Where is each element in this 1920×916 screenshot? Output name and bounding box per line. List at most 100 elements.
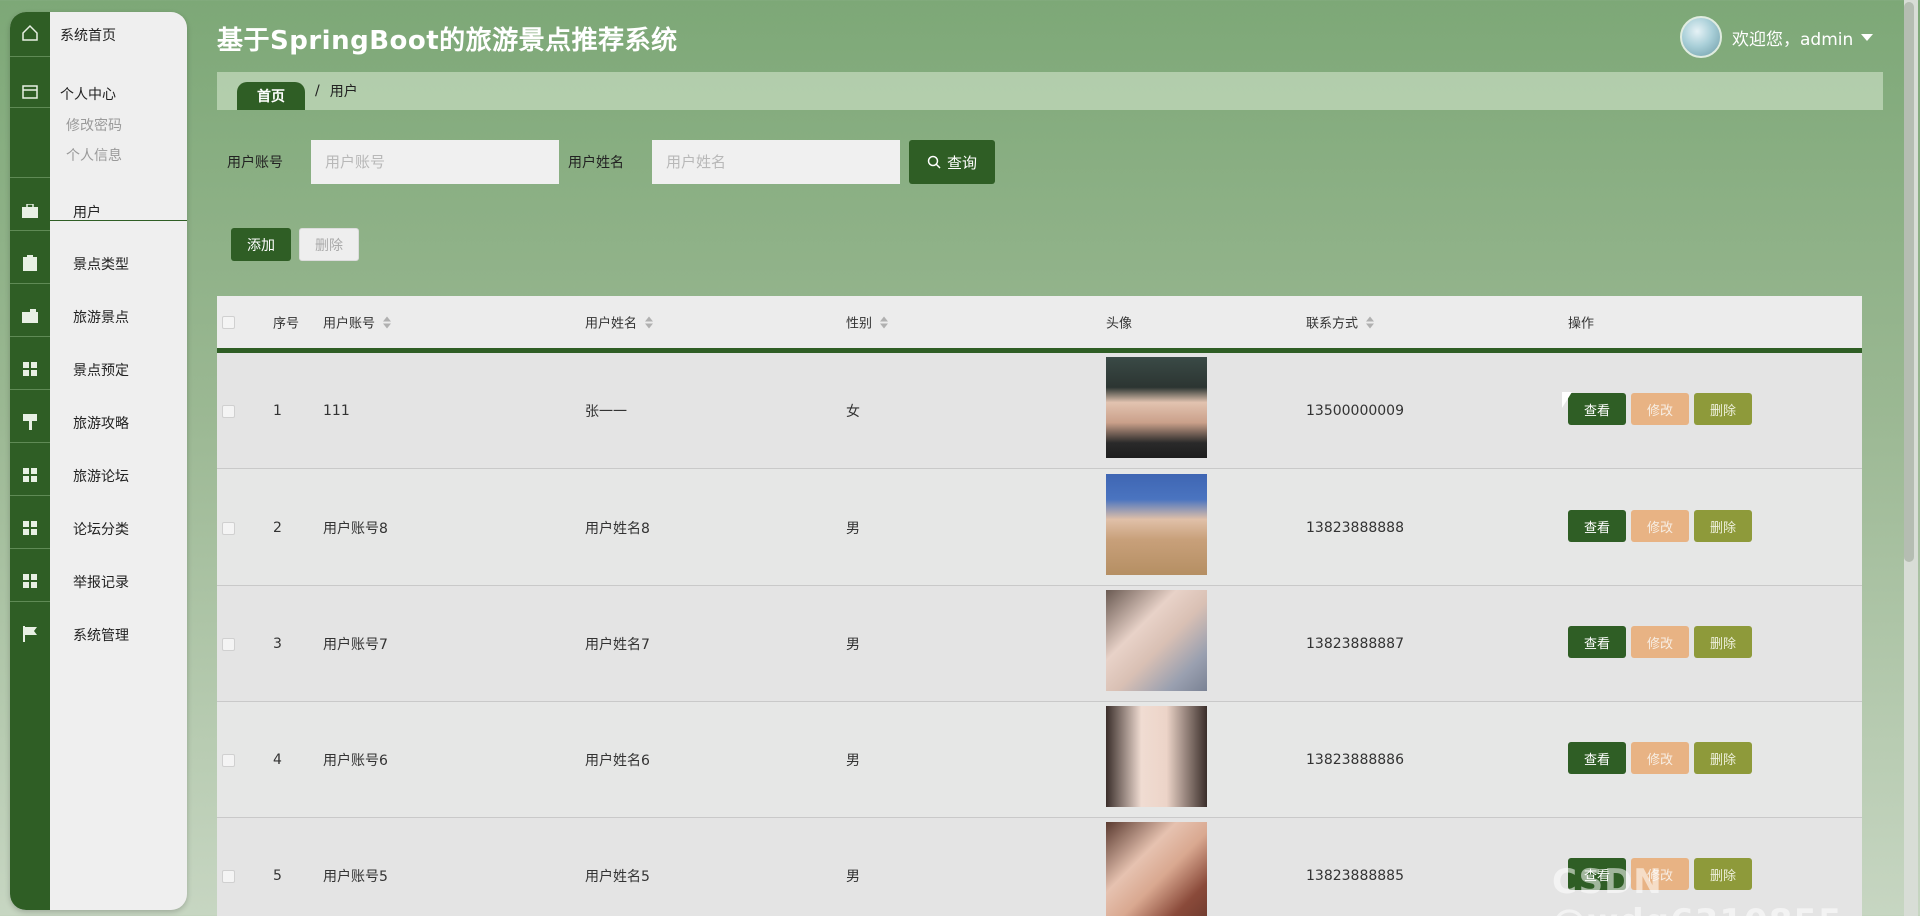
sidebar-item-spot-booking[interactable]: 景点预定: [10, 348, 187, 390]
table-row: 1 111 张一一 女 13500000009 查看 修改 删除: [217, 353, 1862, 469]
sidebar-item-forum-categories[interactable]: 论坛分类: [10, 507, 187, 549]
sidebar-subitem-change-password[interactable]: 修改密码: [66, 115, 122, 135]
grid-icon: [10, 348, 50, 390]
clipboard-icon: [10, 242, 50, 284]
row-checkbox[interactable]: [222, 638, 235, 651]
table-row: 3 用户账号7 用户姓名7 男 13823888887 查看 修改 删除: [217, 586, 1862, 702]
rail-divider: [10, 107, 50, 108]
column-header-account[interactable]: 用户账号: [323, 313, 392, 332]
sidebar-item-travel-forum[interactable]: 旅游论坛: [10, 454, 187, 496]
cell-account: 用户账号6: [323, 752, 388, 769]
rail-divider: [10, 601, 50, 602]
avatar: [1106, 474, 1207, 575]
sidebar-item-label: 旅游攻略: [73, 416, 129, 432]
sidebar-item-users[interactable]: 用户: [10, 190, 187, 232]
query-button[interactable]: 查询: [909, 140, 995, 184]
row-checkbox[interactable]: [222, 405, 235, 418]
app-title: 基于SpringBoot的旅游景点推荐系统: [217, 26, 678, 56]
cell-gender: 男: [846, 520, 860, 537]
sort-icon[interactable]: [1366, 316, 1375, 328]
view-button[interactable]: 查看: [1568, 393, 1626, 425]
row-checkbox[interactable]: [222, 754, 235, 767]
rail-divider: [10, 495, 50, 496]
view-button[interactable]: 查看: [1568, 510, 1626, 542]
breadcrumb-current: 用户: [329, 84, 358, 100]
rail-divider: [10, 230, 50, 231]
wallet-icon: [10, 295, 50, 337]
sidebar-item-label: 论坛分类: [73, 522, 129, 538]
caret-down-icon[interactable]: [1861, 33, 1874, 41]
cell-phone: 13823888888: [1306, 519, 1404, 536]
user-menu[interactable]: 欢迎您，admin: [1680, 16, 1874, 58]
row-checkbox[interactable]: [222, 522, 235, 535]
home-icon: [10, 12, 50, 54]
delete-button[interactable]: 删除: [1694, 742, 1752, 774]
sidebar-subitem-personal-info[interactable]: 个人信息: [66, 145, 122, 165]
delete-button[interactable]: 删除: [1694, 393, 1752, 425]
edit-button[interactable]: 修改: [1631, 393, 1689, 425]
column-header-label: 联系方式: [1306, 316, 1359, 332]
sidebar-item-label: 旅游景点: [73, 310, 129, 326]
edit-button[interactable]: 修改: [1631, 742, 1689, 774]
edit-button[interactable]: 修改: [1631, 626, 1689, 658]
sidebar-item-label: 景点类型: [73, 257, 129, 273]
briefcase-icon: [10, 190, 50, 232]
column-header-actions: 操作: [1568, 313, 1594, 332]
column-header-gender[interactable]: 性别: [846, 313, 889, 332]
add-button[interactable]: 添加: [231, 228, 291, 261]
sort-icon[interactable]: [383, 316, 392, 328]
cell-index: 3: [273, 635, 282, 652]
cell-phone: 13500000009: [1306, 402, 1404, 419]
edit-button[interactable]: 修改: [1631, 510, 1689, 542]
scrollbar-thumb[interactable]: [1904, 2, 1914, 562]
grid-icon: [10, 507, 50, 549]
delete-button[interactable]: 删除: [1694, 626, 1752, 658]
cell-index: 2: [273, 519, 282, 536]
breadcrumb-home[interactable]: 首页: [237, 82, 305, 110]
cell-phone: 13823888886: [1306, 751, 1404, 768]
row-checkbox[interactable]: [222, 870, 235, 883]
select-all-checkbox[interactable]: [222, 316, 235, 329]
sidebar-item-travel-guides[interactable]: 旅游攻略: [10, 401, 187, 443]
rail-divider: [10, 442, 50, 443]
column-header-label: 用户姓名: [585, 316, 638, 332]
cell-gender: 男: [846, 636, 860, 653]
sidebar-item-home[interactable]: 系统首页: [10, 12, 187, 54]
cell-gender: 女: [846, 403, 860, 420]
sidebar-item-system-management[interactable]: 系统管理: [10, 613, 187, 655]
avatar: [1106, 590, 1207, 691]
cell-index: 1: [273, 402, 282, 419]
name-search-input[interactable]: [652, 140, 900, 184]
paint-roller-icon: [10, 401, 50, 443]
column-header-label: 序号: [273, 316, 300, 332]
page-scrollbar[interactable]: [1904, 0, 1918, 916]
sort-icon[interactable]: [880, 316, 889, 328]
view-button[interactable]: 查看: [1568, 742, 1626, 774]
delete-button[interactable]: 删除: [1694, 510, 1752, 542]
cell-name: 用户姓名5: [585, 868, 650, 885]
wallet-icon: [10, 72, 50, 112]
rail-divider: [10, 177, 50, 178]
breadcrumb: 首页 / 用户: [217, 72, 1883, 110]
query-button-label: 查询: [946, 153, 977, 172]
cell-name: 用户姓名7: [585, 636, 650, 653]
column-header-name[interactable]: 用户姓名: [585, 313, 654, 332]
sidebar-item-report-records[interactable]: 举报记录: [10, 560, 187, 602]
sidebar-active-underline: [50, 220, 187, 221]
sort-icon[interactable]: [645, 316, 654, 328]
mouse-cursor-icon: [1562, 392, 1572, 408]
sidebar-item-personal-center[interactable]: 个人中心: [10, 72, 187, 112]
cell-name: 用户姓名8: [585, 520, 650, 537]
avatar[interactable]: [1680, 16, 1722, 58]
avatar: [1106, 822, 1207, 916]
column-header-label: 性别: [846, 316, 873, 332]
welcome-text[interactable]: 欢迎您，admin: [1732, 25, 1853, 50]
view-button[interactable]: 查看: [1568, 626, 1626, 658]
cell-phone: 13823888887: [1306, 635, 1404, 652]
sidebar-item-spot-types[interactable]: 景点类型: [10, 242, 187, 284]
column-header-phone[interactable]: 联系方式: [1306, 313, 1375, 332]
column-header-label: 头像: [1106, 316, 1133, 332]
account-search-input[interactable]: [311, 140, 559, 184]
sidebar-item-tourist-spots[interactable]: 旅游景点: [10, 295, 187, 337]
batch-delete-button[interactable]: 删除: [299, 228, 359, 261]
